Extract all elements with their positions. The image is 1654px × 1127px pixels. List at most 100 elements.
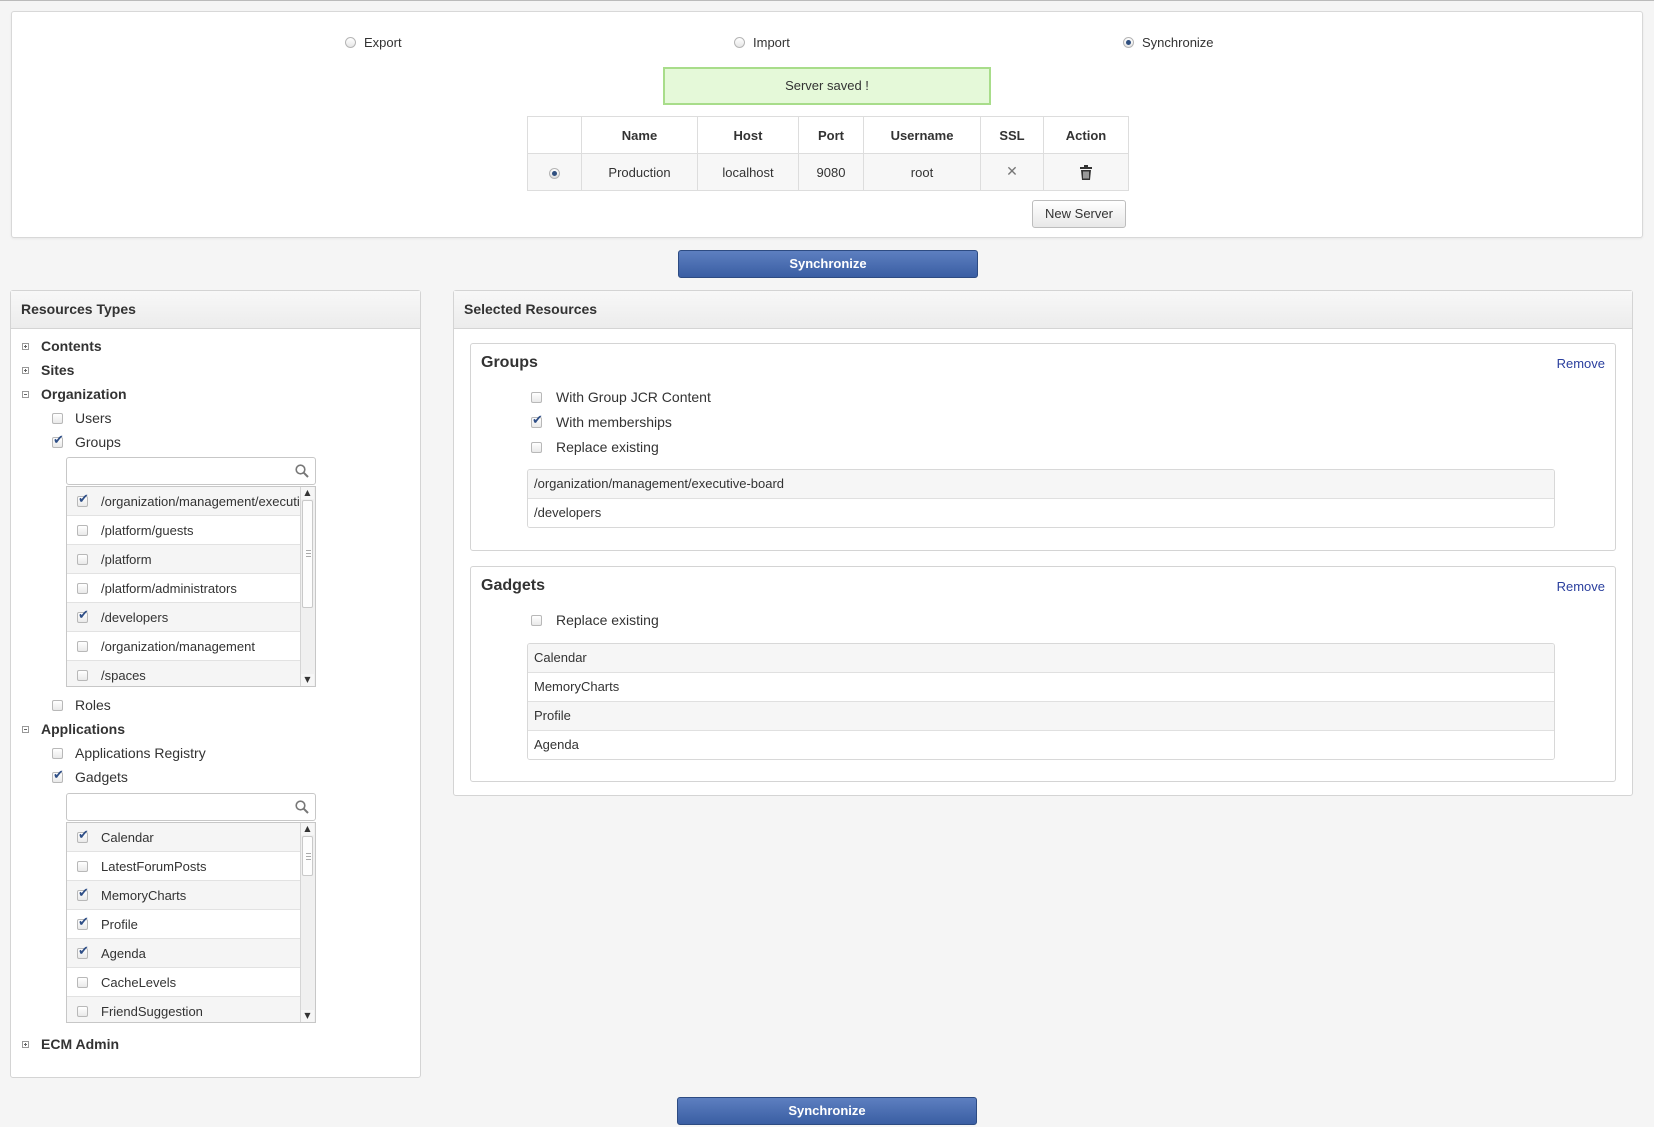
list-item-checkbox[interactable] <box>77 860 88 872</box>
radio-import[interactable] <box>734 37 745 48</box>
list-item-label: /spaces <box>101 667 146 683</box>
search-icon[interactable] <box>295 464 309 478</box>
tree-item-applications[interactable]: Applications <box>22 721 125 737</box>
list-item[interactable]: /platform <box>67 545 303 574</box>
list-item-checkbox[interactable] <box>77 1005 88 1017</box>
trash-icon[interactable] <box>1079 165 1093 181</box>
tree-item-contents[interactable]: Contents <box>22 338 102 354</box>
list-item-checkbox[interactable] <box>77 582 88 594</box>
server-host: localhost <box>697 153 799 191</box>
list-item-checkbox[interactable] <box>77 915 89 930</box>
status-message: Server saved ! <box>663 67 991 105</box>
tree-item-applications-registry[interactable]: Applications Registry <box>52 745 206 761</box>
server-select-cell[interactable] <box>527 153 582 191</box>
gadget-list-scrollbar[interactable]: ▲ ▼ <box>300 823 315 1022</box>
option-row[interactable]: Replace existing <box>531 439 659 455</box>
gadget-search-input[interactable] <box>71 795 285 821</box>
list-item-checkbox[interactable] <box>77 886 89 901</box>
list-item[interactable]: Agenda <box>67 939 303 968</box>
new-server-button[interactable]: New Server <box>1032 200 1126 228</box>
server-name: Production <box>581 153 698 191</box>
option-row[interactable]: Replace existing <box>531 612 659 628</box>
mode-synchronize[interactable]: Synchronize <box>1123 35 1214 50</box>
list-item[interactable]: /organization/management/executi <box>67 487 303 516</box>
option-checkbox[interactable] <box>531 413 543 428</box>
search-icon[interactable] <box>295 800 309 814</box>
list-item[interactable]: /platform/guests <box>67 516 303 545</box>
groups-checkbox[interactable] <box>52 433 64 448</box>
remove-groups-link[interactable]: Remove <box>1557 356 1605 371</box>
option-checkbox[interactable] <box>531 391 542 403</box>
mode-export[interactable]: Export <box>345 35 402 50</box>
tree-item-groups[interactable]: Groups <box>52 433 121 450</box>
option-checkbox[interactable] <box>531 614 542 626</box>
applications-registry-checkbox[interactable] <box>52 747 63 759</box>
list-item[interactable]: /developers <box>67 603 303 632</box>
group-search-input[interactable] <box>71 459 285 485</box>
scroll-thumb[interactable] <box>302 836 313 876</box>
list-item-checkbox[interactable] <box>77 608 89 623</box>
group-search[interactable] <box>66 457 316 485</box>
list-item[interactable]: Calendar <box>67 823 303 852</box>
list-item[interactable]: CacheLevels <box>67 968 303 997</box>
tree-item-organization[interactable]: Organization <box>22 386 127 402</box>
list-item[interactable]: MemoryCharts <box>67 881 303 910</box>
server-radio[interactable] <box>549 167 560 179</box>
gadgets-checkbox[interactable] <box>52 768 64 783</box>
server-username: root <box>863 153 981 191</box>
list-item[interactable]: /organization/management <box>67 632 303 661</box>
list-item[interactable]: /spaces <box>67 661 303 686</box>
collapse-icon[interactable] <box>22 725 29 733</box>
tree-item-sites[interactable]: Sites <box>22 362 74 378</box>
table-row: MemoryCharts <box>528 673 1554 702</box>
list-item[interactable]: /platform/administrators <box>67 574 303 603</box>
selected-resources-title: Selected Resources <box>454 291 1632 329</box>
server-action[interactable] <box>1043 153 1129 191</box>
group-list: /organization/management/executi /platfo… <box>66 486 316 687</box>
list-item-checkbox[interactable] <box>77 492 89 507</box>
list-item-checkbox[interactable] <box>77 828 89 843</box>
list-item-label: /developers <box>101 609 169 625</box>
expand-icon[interactable] <box>22 342 29 350</box>
list-item-checkbox[interactable] <box>77 524 88 536</box>
option-checkbox[interactable] <box>531 441 542 453</box>
mode-import[interactable]: Import <box>734 35 790 50</box>
tree-item-ecm-admin[interactable]: ECM Admin <box>22 1036 119 1052</box>
group-list-scrollbar[interactable]: ▲ ▼ <box>300 487 315 686</box>
synchronize-button-top[interactable]: Synchronize <box>678 250 978 278</box>
list-item-checkbox[interactable] <box>77 640 88 652</box>
top-border <box>0 0 1654 1</box>
radio-synchronize[interactable] <box>1123 37 1134 48</box>
list-item[interactable]: LatestForumPosts <box>67 852 303 881</box>
expand-icon[interactable] <box>22 366 29 374</box>
scroll-up-icon[interactable]: ▲ <box>301 487 314 499</box>
roles-checkbox[interactable] <box>52 699 63 711</box>
scroll-up-icon[interactable]: ▲ <box>301 823 314 835</box>
list-item-checkbox[interactable] <box>77 553 88 565</box>
scroll-down-icon[interactable]: ▼ <box>301 674 314 686</box>
tree-item-gadgets[interactable]: Gadgets <box>52 768 128 785</box>
remove-gadgets-link[interactable]: Remove <box>1557 579 1605 594</box>
list-item[interactable]: FriendSuggestion <box>67 997 303 1022</box>
scroll-down-icon[interactable]: ▼ <box>301 1010 314 1022</box>
list-item-checkbox[interactable] <box>77 669 88 681</box>
tree-item-users[interactable]: Users <box>52 410 112 426</box>
gadget-list: Calendar LatestForumPosts MemoryCharts P… <box>66 822 316 1023</box>
list-item-checkbox[interactable] <box>77 976 88 988</box>
collapse-icon[interactable] <box>22 390 29 398</box>
close-icon: ✕ <box>1006 164 1018 180</box>
tree-item-roles[interactable]: Roles <box>52 697 111 713</box>
list-item-checkbox[interactable] <box>77 944 89 959</box>
gadget-search[interactable] <box>66 793 316 821</box>
list-item[interactable]: Profile <box>67 910 303 939</box>
table-row[interactable]: Production localhost 9080 root ✕ <box>527 153 1129 191</box>
radio-export[interactable] <box>345 37 356 48</box>
users-checkbox[interactable] <box>52 412 63 424</box>
option-row[interactable]: With memberships <box>531 413 672 430</box>
synchronize-button-bottom[interactable]: Synchronize <box>677 1097 977 1125</box>
expand-icon[interactable] <box>22 1040 29 1048</box>
list-item-label: /organization/management <box>101 638 255 654</box>
option-row[interactable]: With Group JCR Content <box>531 389 711 405</box>
scroll-thumb[interactable] <box>302 500 313 608</box>
groups-items-table: /organization/management/executive-board… <box>527 469 1555 528</box>
